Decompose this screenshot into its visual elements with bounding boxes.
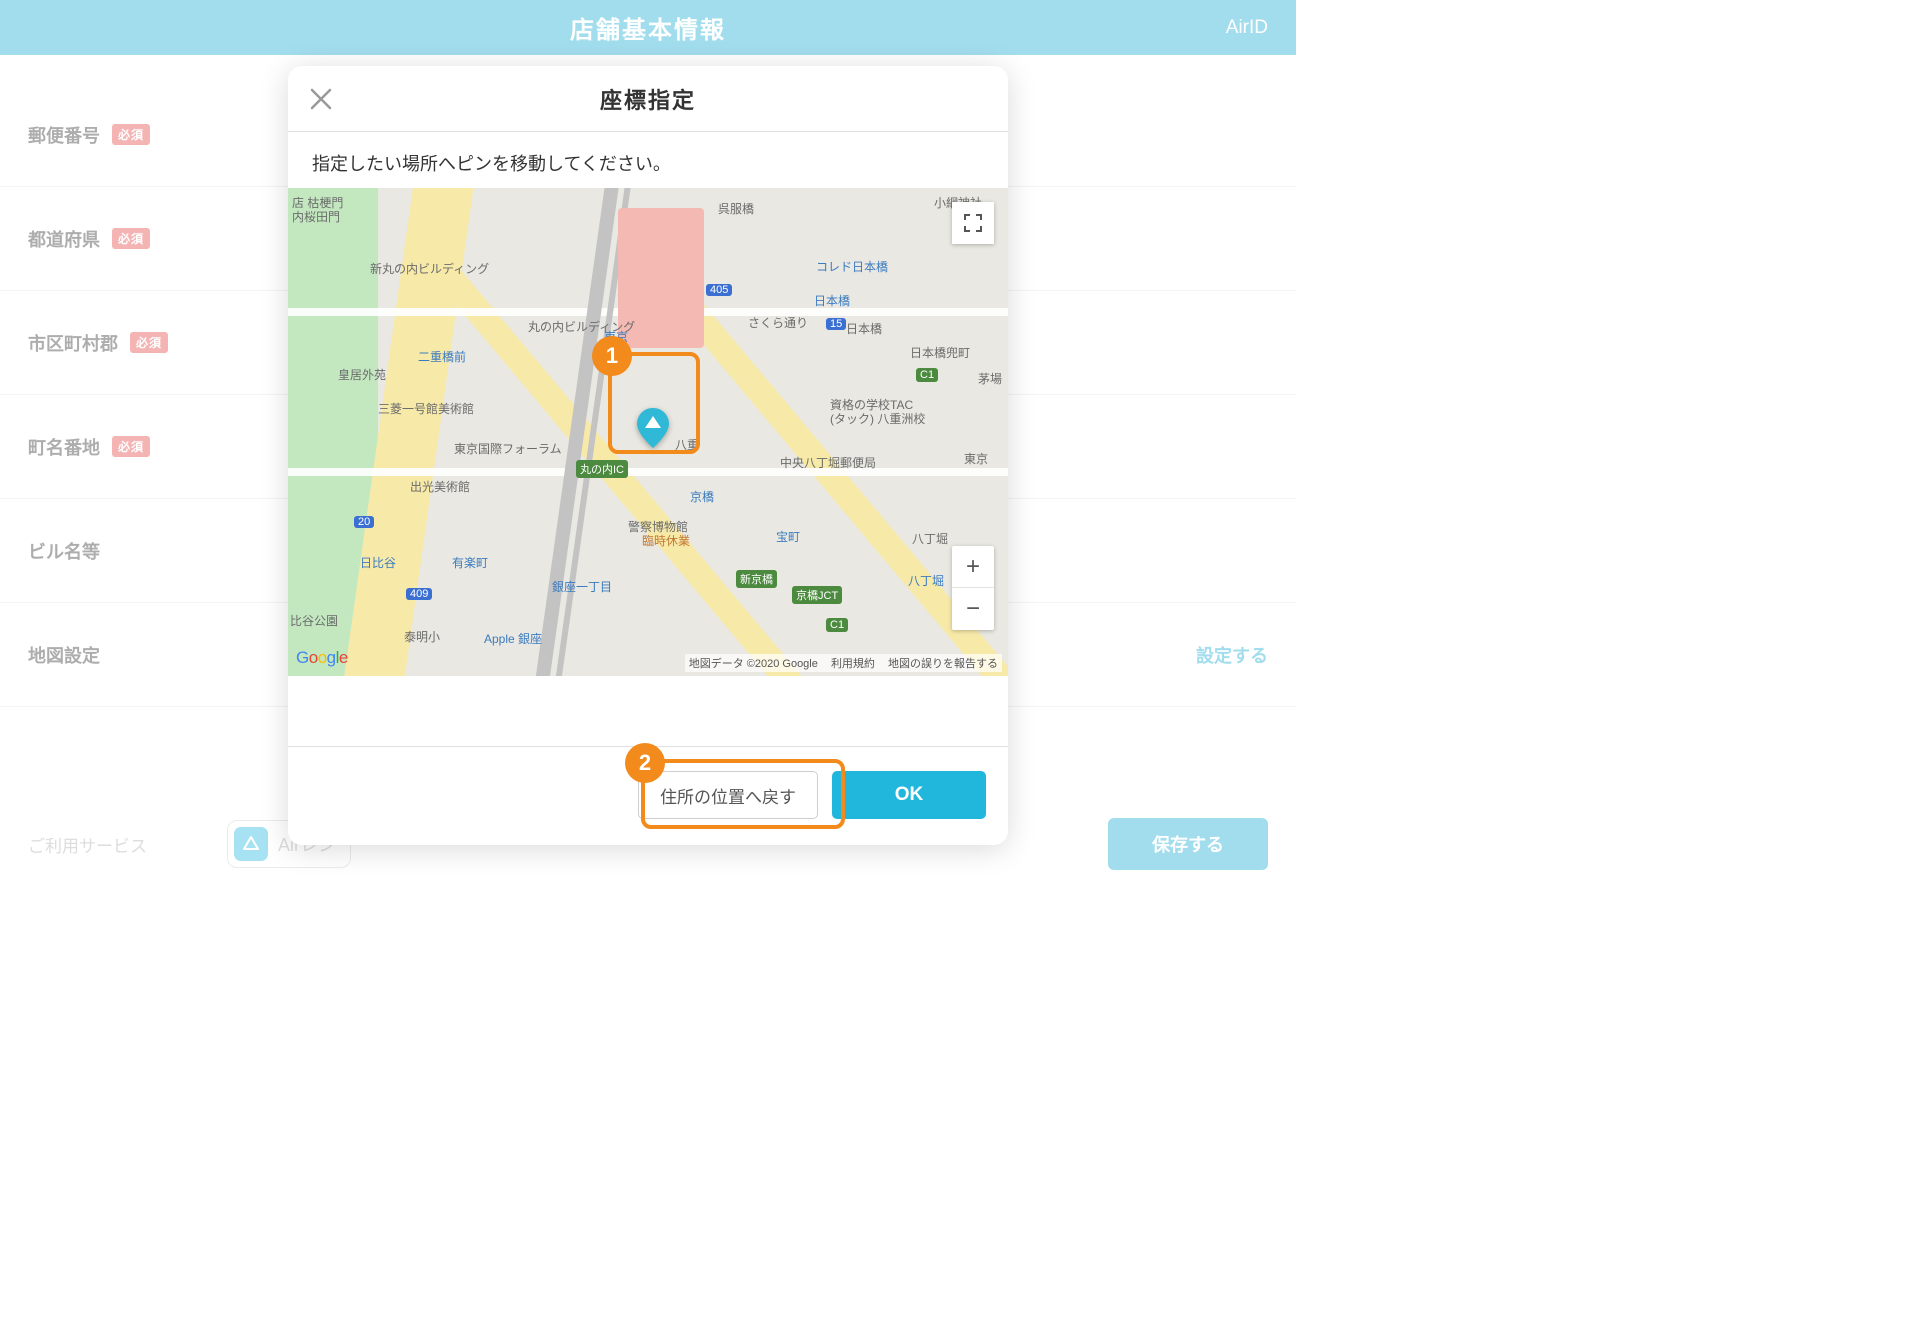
map-label: 三菱一号館美術館 [378, 400, 474, 417]
modal-header: 座標指定 [288, 66, 1008, 132]
map-label: 比谷公園 [290, 612, 338, 629]
map-canvas[interactable]: 店 枯梗門 内桜田門 呉服橋 小網神社 新丸の内ビルディング コレド日本橋 日本… [288, 188, 1008, 676]
google-logo: Google [296, 648, 348, 668]
map-terms-link[interactable]: 利用規約 [831, 658, 875, 670]
map-label: 出光美術館 [410, 478, 470, 495]
map-label: 日本橋 [814, 292, 850, 309]
map-label: 日本橋兜町 [910, 344, 970, 361]
map-label: 皇居外苑 [338, 366, 386, 383]
map-label: 東京 [964, 450, 988, 467]
map-label: 15 [826, 318, 846, 330]
map-label: 東京国際フォーラム [454, 440, 562, 457]
map-label: 臨時休業 [642, 532, 690, 549]
map-label: 呉服橋 [718, 200, 754, 217]
map-label: 新京橋 [736, 570, 777, 588]
map-data-text: 地図データ ©2020 Google [689, 658, 818, 670]
map-label: 京橋JCT [792, 586, 842, 604]
map-label: C1 [916, 368, 938, 382]
map-label: 八丁堀 [912, 530, 948, 547]
zoom-out-button[interactable]: − [952, 588, 994, 630]
map-label: C1 [826, 618, 848, 632]
map-label: 20 [354, 516, 374, 528]
map-label: 内桜田門 [292, 208, 340, 225]
map-label: コレド日本橋 [816, 258, 888, 275]
map-label: (タック) 八重洲校 [830, 410, 925, 427]
callout-badge-1: 1 [592, 336, 632, 376]
map-label: 有楽町 [452, 554, 488, 571]
map-report-link[interactable]: 地図の誤りを報告する [888, 658, 998, 670]
map-label: 二重橋前 [418, 348, 466, 365]
fullscreen-button[interactable] [952, 202, 994, 244]
map-attribution: 地図データ ©2020 Google 利用規約 地図の誤りを報告する [685, 654, 1002, 672]
modal-instruction: 指定したい場所へピンを移動してください。 [288, 132, 1008, 188]
map-label: 409 [406, 588, 432, 600]
map-label: 八丁堀 [908, 572, 944, 589]
zoom-control: + − [952, 546, 994, 630]
close-icon[interactable] [300, 78, 342, 120]
map-label: 日比谷 [360, 554, 396, 571]
map-label: 新丸の内ビルディング [370, 260, 489, 277]
map-label: 宝町 [776, 528, 800, 545]
modal-title: 座標指定 [600, 83, 696, 115]
map-label: さくら通り [748, 314, 808, 331]
map-label: Apple 銀座 [484, 630, 542, 647]
map-label: 京橋 [690, 488, 714, 505]
map-label: 茅場 [978, 370, 1002, 387]
map-label: 日本橋 [846, 320, 882, 337]
callout-box-2: 2 [641, 759, 845, 829]
map-label: 丸の内IC [576, 460, 628, 478]
map-label: 泰明小 [404, 628, 440, 645]
modal-footer: 2 住所の位置へ戻す OK [288, 746, 1008, 845]
map-label: 405 [706, 284, 732, 296]
callout-badge-2: 2 [625, 743, 665, 783]
ok-button[interactable]: OK [832, 771, 986, 819]
zoom-in-button[interactable]: + [952, 546, 994, 588]
coordinate-modal: 座標指定 指定したい場所へピンを移動してください。 店 枯梗門 内桜田門 呉服橋… [288, 66, 1008, 845]
map-label: 銀座一丁目 [552, 578, 612, 595]
map-label: 中央八丁堀郵便局 [780, 454, 876, 471]
callout-box-1: 1 [608, 352, 700, 454]
